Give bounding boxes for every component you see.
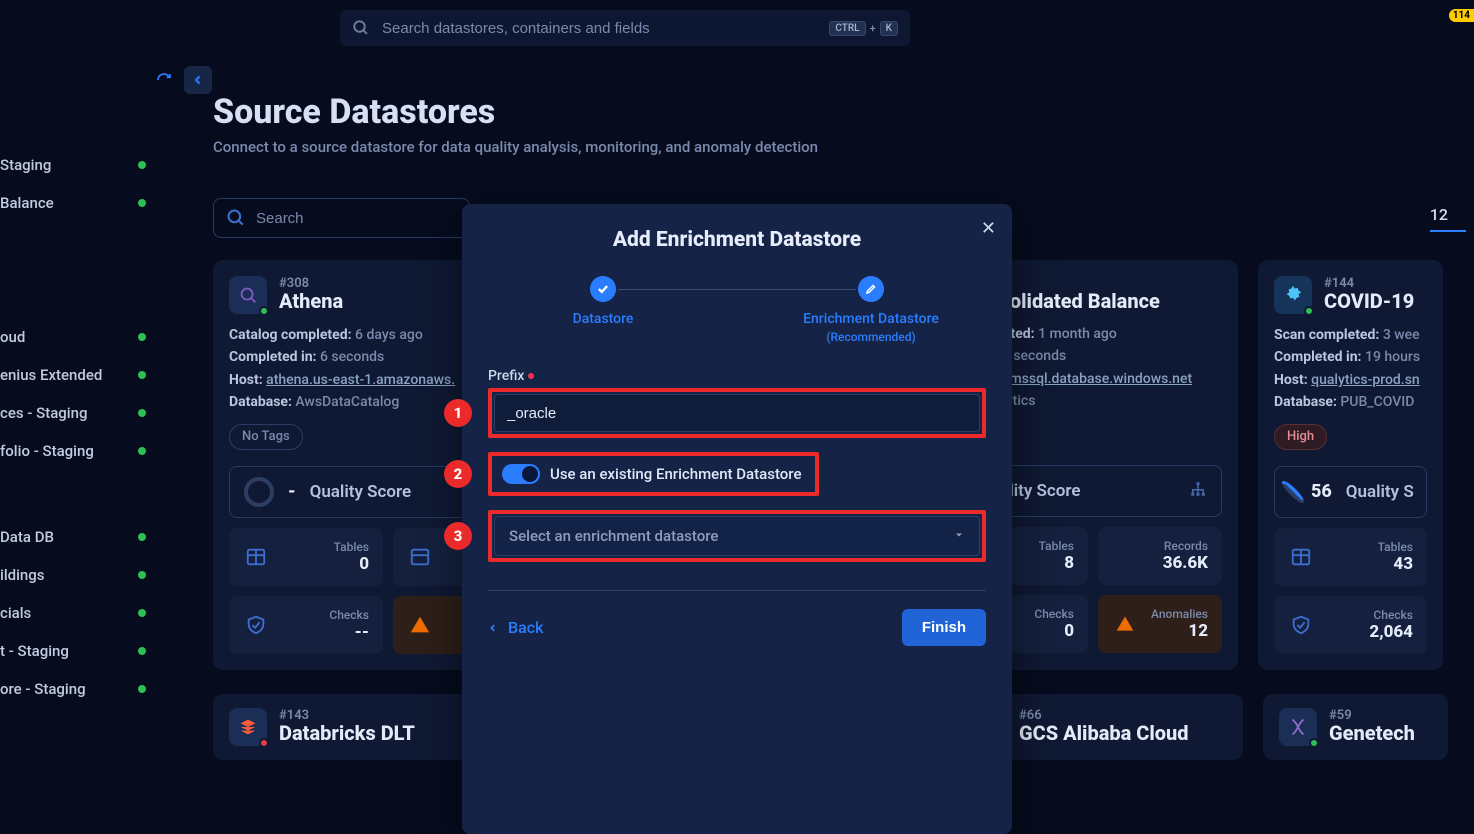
required-icon xyxy=(528,373,534,379)
sidebar-item[interactable]: cials xyxy=(0,594,160,632)
warning-icon xyxy=(1112,611,1138,637)
status-dot-icon xyxy=(138,571,146,579)
status-dot-icon xyxy=(138,533,146,541)
sidebar-item[interactable]: enius Extended xyxy=(0,356,160,394)
table-icon xyxy=(1288,544,1314,570)
status-dot-icon xyxy=(138,447,146,455)
annotation-badge: 1 xyxy=(444,399,472,427)
annotation-box-2: 2 Use an existing Enrichment Datastore xyxy=(488,452,819,496)
datastore-icon xyxy=(229,276,267,314)
list-search-input[interactable] xyxy=(254,209,457,228)
use-existing-toggle[interactable] xyxy=(502,464,540,484)
global-search-input[interactable] xyxy=(380,19,819,38)
chevron-down-icon xyxy=(953,527,965,545)
close-icon[interactable]: ✕ xyxy=(981,218,996,239)
refresh-icon[interactable] xyxy=(152,68,176,92)
prefix-label: Prefix xyxy=(488,368,986,384)
datastore-meta: Scan completed: 3 wee Completed in: 19 h… xyxy=(1274,324,1427,414)
datastore-name: GCS Alibaba Cloud xyxy=(1019,721,1189,745)
stat-checks: Checks2,064 xyxy=(1274,596,1427,654)
status-dot-icon xyxy=(138,647,146,655)
prefix-input[interactable] xyxy=(494,394,980,432)
shield-check-icon xyxy=(1288,612,1314,638)
step-current-icon xyxy=(858,276,884,302)
sidebar-item[interactable]: folio - Staging xyxy=(0,432,160,470)
datastore-icon xyxy=(229,708,267,746)
collapse-button[interactable] xyxy=(184,66,212,94)
tag-high[interactable]: High xyxy=(1274,424,1327,450)
sidebar: Staging Balance oud enius Extended ces -… xyxy=(0,146,160,708)
sidebar-item[interactable]: Balance xyxy=(0,184,160,222)
status-dot-icon xyxy=(138,609,146,617)
global-search[interactable]: CTRL + K xyxy=(340,10,910,46)
stat-records: Records36.6K xyxy=(1098,527,1222,585)
datastore-name: COVID-19 xyxy=(1324,289,1414,313)
toggle-label: Use an existing Enrichment Datastore xyxy=(550,465,801,483)
status-dot-icon xyxy=(138,409,146,417)
search-icon xyxy=(352,19,370,37)
datastore-icon xyxy=(1274,276,1312,314)
page-subtitle: Connect to a source datastore for data q… xyxy=(213,138,1466,156)
stat-anomalies: Anomalies12 xyxy=(1098,595,1222,653)
add-enrichment-modal: ✕ Add Enrichment Datastore Datastore Enr… xyxy=(462,204,1012,834)
table-icon xyxy=(407,544,433,570)
modal-title: Add Enrichment Datastore xyxy=(488,228,986,252)
search-icon xyxy=(226,208,246,228)
stepper: Datastore Enrichment Datastore(Recommend… xyxy=(488,276,986,346)
status-dot-icon xyxy=(138,161,146,169)
list-search[interactable] xyxy=(213,198,470,238)
status-dot-icon xyxy=(138,333,146,341)
enrichment-select[interactable]: Select an enrichment datastore xyxy=(494,516,980,556)
datastore-name: Athena xyxy=(279,289,343,313)
quality-score: 56 Quality S xyxy=(1274,466,1427,518)
warning-icon xyxy=(407,612,433,638)
hierarchy-icon xyxy=(1189,480,1207,502)
datastore-card-genetech[interactable]: #59 Genetech xyxy=(1263,694,1448,760)
sidebar-item[interactable]: Staging xyxy=(0,146,160,184)
step-done-icon xyxy=(590,276,616,302)
sidebar-item[interactable]: t - Staging xyxy=(0,632,160,670)
stat-tables: Tables43 xyxy=(1274,528,1427,586)
datastore-name: Genetech xyxy=(1329,721,1415,745)
stat-checks: Checks-- xyxy=(229,596,383,654)
result-count: 12 xyxy=(1430,205,1466,232)
sidebar-item[interactable]: oud xyxy=(0,318,160,356)
back-button[interactable]: Back xyxy=(488,618,543,637)
datastore-card-covid[interactable]: #144 COVID-19 Scan completed: 3 wee Comp… xyxy=(1258,260,1443,670)
status-dot-icon xyxy=(138,371,146,379)
datastore-icon xyxy=(1279,708,1317,746)
annotation-badge: 2 xyxy=(444,460,472,488)
shield-check-icon xyxy=(243,612,269,638)
sidebar-item[interactable]: ildings xyxy=(0,556,160,594)
sidebar-item[interactable]: ore - Staging xyxy=(0,670,160,708)
page-title: Source Datastores xyxy=(213,92,1466,132)
annotation-box-3: 3 Select an enrichment datastore xyxy=(488,510,986,562)
annotation-box-1: 1 xyxy=(488,388,986,438)
status-dot-icon xyxy=(138,199,146,207)
stat-tables: Tables0 xyxy=(229,528,383,586)
annotation-badge: 3 xyxy=(444,522,472,550)
status-dot-icon xyxy=(138,685,146,693)
datastore-name: Databricks DLT xyxy=(279,721,415,745)
sidebar-item[interactable]: Data DB xyxy=(0,518,160,556)
table-icon xyxy=(243,544,269,570)
notification-badge[interactable]: 114 xyxy=(1449,6,1474,22)
finish-button[interactable]: Finish xyxy=(902,609,986,646)
shortcut-hint: CTRL + K xyxy=(829,21,898,36)
no-tags-chip[interactable]: No Tags xyxy=(229,424,303,450)
sidebar-item[interactable]: ces - Staging xyxy=(0,394,160,432)
